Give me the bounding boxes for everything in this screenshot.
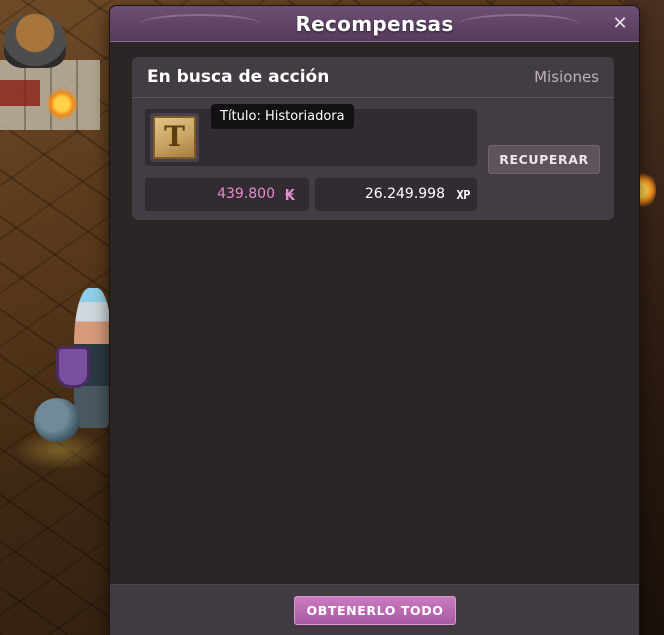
pet-creature[interactable]: [34, 398, 80, 442]
title-scroll-icon: T: [153, 116, 196, 159]
window-title: Recompensas: [295, 12, 454, 36]
window-footer: OBTENERLO TODO: [110, 584, 639, 635]
character-shield: [56, 346, 90, 388]
rewards-window: Recompensas ✕ En busca de acción Misione…: [110, 6, 639, 635]
kamas-icon: ₭: [284, 186, 296, 204]
quest-name: En busca de acción: [147, 67, 330, 87]
quest-category: Misiones: [534, 68, 599, 86]
close-icon[interactable]: ✕: [609, 13, 631, 35]
reward-item-slot[interactable]: T: [150, 113, 199, 162]
background-fire: [46, 88, 78, 120]
window-title-bar[interactable]: Recompensas ✕: [110, 6, 639, 42]
xp-icon: XP: [456, 188, 471, 202]
background-red-cloth: [0, 80, 40, 106]
reward-tooltip: Título: Historiadora: [211, 104, 354, 129]
background-cauldron: [4, 14, 66, 68]
kamas-reward: 439.800 ₭: [145, 178, 309, 211]
quest-reward-card: En busca de acción Misiones T Título: Hi…: [132, 57, 614, 220]
get-all-button[interactable]: OBTENERLO TODO: [294, 596, 456, 625]
card-divider: [132, 97, 614, 98]
xp-reward: 26.249.998 XP: [315, 178, 477, 211]
recover-button[interactable]: RECUPERAR: [488, 145, 600, 174]
kamas-value: 439.800: [217, 186, 275, 202]
xp-value: 26.249.998: [364, 186, 445, 202]
